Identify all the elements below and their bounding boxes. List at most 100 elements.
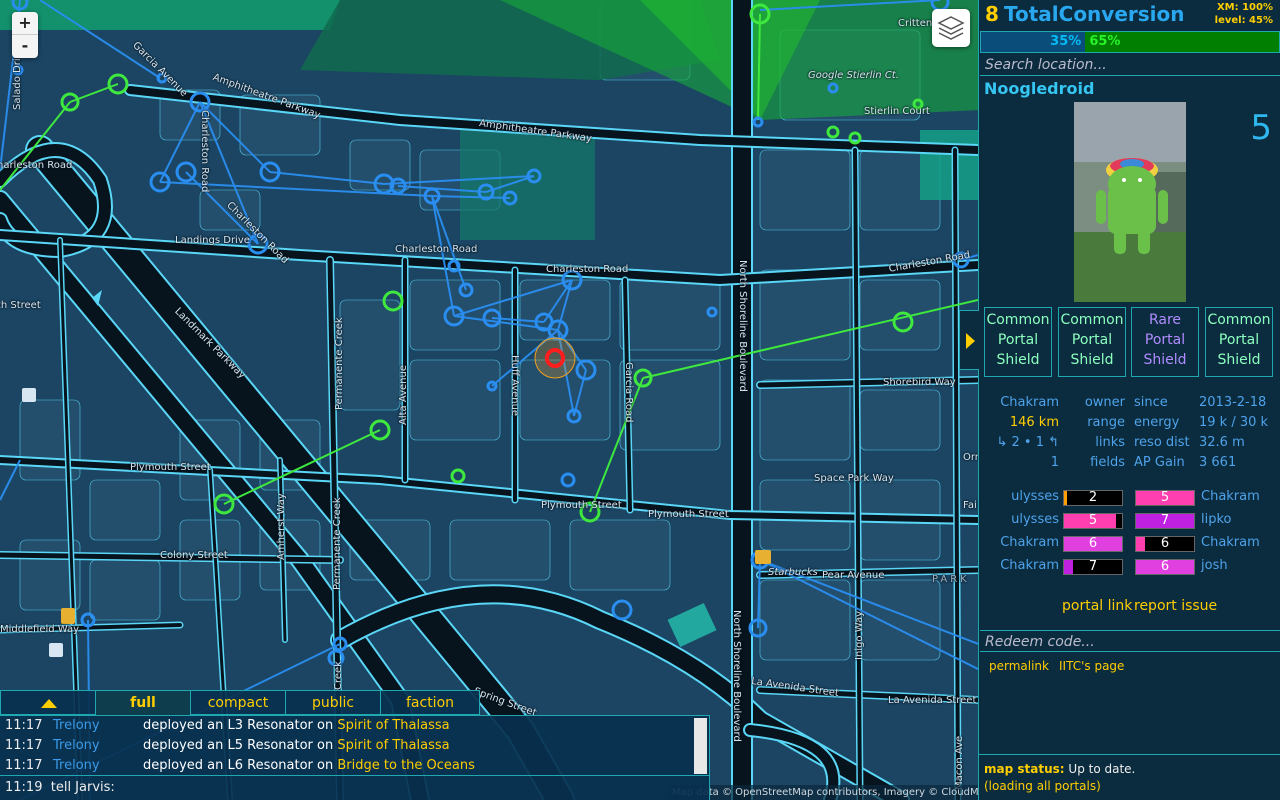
mod-slot[interactable]: Common Portal Shield [1205, 307, 1273, 377]
mod-rarity: Rare [1148, 312, 1182, 328]
resonator-owner[interactable]: ulysses [1011, 489, 1059, 504]
tab-public[interactable]: public [285, 690, 381, 715]
stat-value: ↳ 2 • 1 ↰ [996, 435, 1059, 450]
portal-selected-icon [534, 337, 576, 379]
resonator-bar: 7 [1135, 513, 1195, 529]
resonator-owner[interactable]: Chakram [1000, 558, 1059, 573]
street-label: Space Park Way [814, 473, 894, 484]
street-label: Colony Street [160, 550, 228, 561]
status-label: map status: [984, 762, 1065, 776]
chat-panel: full compact public faction 11:17 Trelony… [0, 690, 710, 800]
street-label: Fai [963, 500, 977, 511]
resonator-row: ulysses 5 7 lipko [979, 512, 1280, 532]
input-text: tell Jarvis: [50, 780, 115, 795]
resonator-owner[interactable]: Chakram [1201, 489, 1260, 504]
player-link[interactable]: Trelony [53, 736, 143, 756]
player-level: 8 [985, 2, 999, 26]
mod-type: Shield [996, 352, 1040, 368]
street-label: La Avenida Street [888, 695, 977, 706]
resonator-owner[interactable]: josh [1201, 558, 1228, 573]
zoom-out-button[interactable]: - [12, 35, 38, 58]
bus-icon [22, 388, 36, 402]
tab-faction[interactable]: faction [380, 690, 480, 715]
player-link[interactable]: Trelony [53, 756, 143, 776]
stat-row: Chakram owner since 2013-2-18 [979, 395, 1280, 415]
resonator-bar: 5 [1135, 490, 1195, 506]
mod-rarity: Common [986, 312, 1050, 328]
mod-type: Portal [1071, 332, 1113, 348]
street-label: North Shoreline Boulevard [737, 260, 748, 392]
message-text: deployed an L3 Resonator on [143, 718, 334, 733]
layers-button[interactable] [932, 9, 970, 47]
chat-input[interactable]: 11:19 tell Jarvis: [0, 775, 710, 800]
chat-toggle-button[interactable] [0, 690, 96, 715]
enlightened-score: 65% [1085, 32, 1279, 52]
street-label: Charleston Road [546, 264, 629, 275]
search-location-input[interactable]: Search location... [980, 54, 1280, 76]
message-time: 11:17 [5, 718, 43, 733]
resonator-bar: 2 [1063, 490, 1123, 506]
zoom-control: + - [12, 12, 38, 58]
resistance-score: 35% [981, 32, 1086, 52]
map-canvas[interactable]: Garcia Avenue Amphitheatre Parkway Amphi… [0, 0, 978, 800]
stat-label: AP Gain [1134, 455, 1185, 470]
chat-tabs: full compact public faction [0, 690, 480, 715]
street-label: Amherst Way [276, 493, 287, 560]
resonator-owner[interactable]: lipko [1201, 512, 1232, 527]
portal-link[interactable]: Spirit of Thalassa [337, 738, 449, 753]
mod-slot[interactable]: Rare Portal Shield [1131, 307, 1199, 377]
chat-message: 11:17 Trelony deployed an L3 Resonator on … [5, 716, 450, 736]
portal-link-button[interactable]: portal link [1062, 598, 1132, 614]
resonator-owner[interactable]: Chakram [1000, 535, 1059, 550]
street-label: Stierlin Court [864, 106, 930, 117]
portal-level: 5 [1250, 108, 1272, 148]
portal-link[interactable]: Bridge to the Oceans [337, 758, 475, 773]
resonator-owner[interactable]: ulysses [1011, 512, 1059, 527]
stat-label: fields [1090, 455, 1125, 470]
mod-slot[interactable]: Common Portal Shield [984, 307, 1052, 377]
permalink-link[interactable]: permalink [989, 659, 1049, 673]
mod-type: Shield [1217, 352, 1261, 368]
mod-type: Portal [1218, 332, 1260, 348]
portal-link[interactable]: Spirit of Thalassa [337, 718, 449, 733]
stat-value: 146 km [1009, 415, 1059, 430]
stat-label: since [1134, 395, 1168, 410]
player-header: 8 TotalConversion XM: 100% level: 45% [979, 0, 1280, 30]
sidebar-toggle[interactable] [959, 310, 979, 370]
tab-full[interactable]: full [95, 690, 191, 715]
stat-value: 3 661 [1199, 455, 1237, 470]
resonator-level: 5 [1088, 513, 1098, 528]
player-link[interactable]: Trelony [53, 716, 143, 736]
mod-type: Portal [997, 332, 1039, 348]
street-label: Plymouth Street [0, 300, 41, 311]
street-label: Macon Ave [954, 735, 965, 790]
street-label: Landings Drive [175, 235, 250, 246]
portal-image[interactable] [1074, 102, 1186, 302]
report-issue-button[interactable]: report issue [1134, 598, 1217, 614]
resonator-level: 6 [1160, 559, 1170, 574]
mod-type: Portal [1144, 332, 1186, 348]
tab-compact[interactable]: compact [190, 690, 286, 715]
street-label: Charleston Road [0, 160, 73, 171]
faction-score-bar: 35% 65% [980, 31, 1280, 53]
redeem-code-input[interactable]: Redeem code... [980, 630, 1280, 652]
mod-slot[interactable]: Common Portal Shield [1058, 307, 1126, 377]
chat-scrollbar[interactable] [694, 718, 707, 774]
park-label: PARK [932, 574, 970, 585]
resonator-bar: 7 [1063, 559, 1123, 575]
chat-message: 11:17 Trelony deployed an L5 Resonator on … [5, 736, 450, 756]
street-label: Plymouth Street [648, 509, 729, 520]
chat-log[interactable]: 11:17 Trelony deployed an L3 Resonator on … [0, 715, 710, 775]
street-label: Charleston Road [199, 110, 210, 193]
iitc-page-link[interactable]: IITC's page [1059, 659, 1124, 673]
player-name: TotalConversion [1004, 2, 1185, 26]
coffee-icon [755, 550, 771, 564]
street-label: Garcia Road [623, 362, 634, 423]
resonator-level: 5 [1160, 490, 1170, 505]
zoom-in-button[interactable]: + [12, 12, 38, 35]
stat-row: 1 fields AP Gain 3 661 [979, 455, 1280, 475]
resonator-bar: 6 [1135, 559, 1195, 575]
resonator-owner[interactable]: Chakram [1201, 535, 1260, 550]
stat-owner[interactable]: Chakram [1000, 395, 1059, 410]
resonator-row: Chakram 7 6 josh [979, 558, 1280, 578]
